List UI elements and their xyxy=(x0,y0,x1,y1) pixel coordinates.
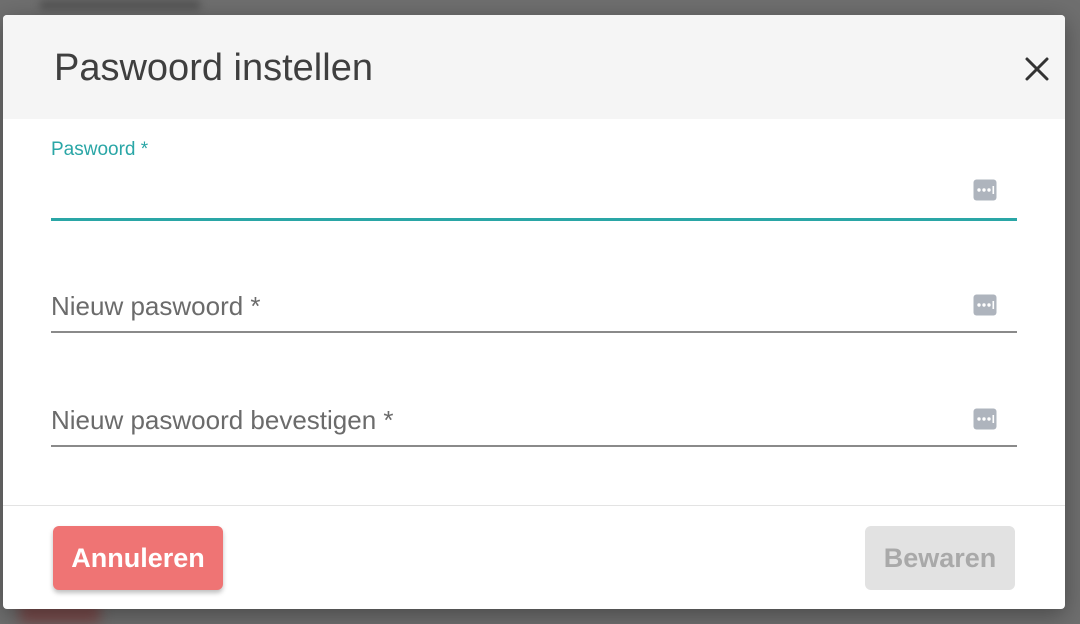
new-password-field xyxy=(51,285,1017,335)
save-button[interactable]: Bewaren xyxy=(865,526,1015,590)
close-button[interactable] xyxy=(1019,51,1055,87)
backdrop xyxy=(40,0,200,10)
confirm-password-field xyxy=(51,399,1017,449)
new-password-underline xyxy=(51,331,1017,333)
current-password-field: Paswoord * xyxy=(51,139,1017,223)
new-password-input[interactable] xyxy=(51,289,961,323)
current-password-underline xyxy=(51,218,1017,221)
password-dots-icon[interactable] xyxy=(973,294,997,316)
footer-divider xyxy=(3,505,1065,506)
current-password-input[interactable] xyxy=(51,179,961,211)
close-icon xyxy=(1025,57,1049,81)
dialog-title: Paswoord instellen xyxy=(54,47,373,89)
set-password-dialog: Paswoord instellen Paswoord * Annuleren … xyxy=(3,15,1065,609)
password-dots-icon[interactable] xyxy=(973,179,997,201)
confirm-password-underline xyxy=(51,445,1017,447)
password-dots-icon[interactable] xyxy=(973,408,997,430)
dialog-header: Paswoord instellen xyxy=(3,15,1065,119)
cancel-button[interactable]: Annuleren xyxy=(53,526,223,590)
current-password-label: Paswoord * xyxy=(51,139,149,160)
confirm-password-input[interactable] xyxy=(51,403,961,437)
